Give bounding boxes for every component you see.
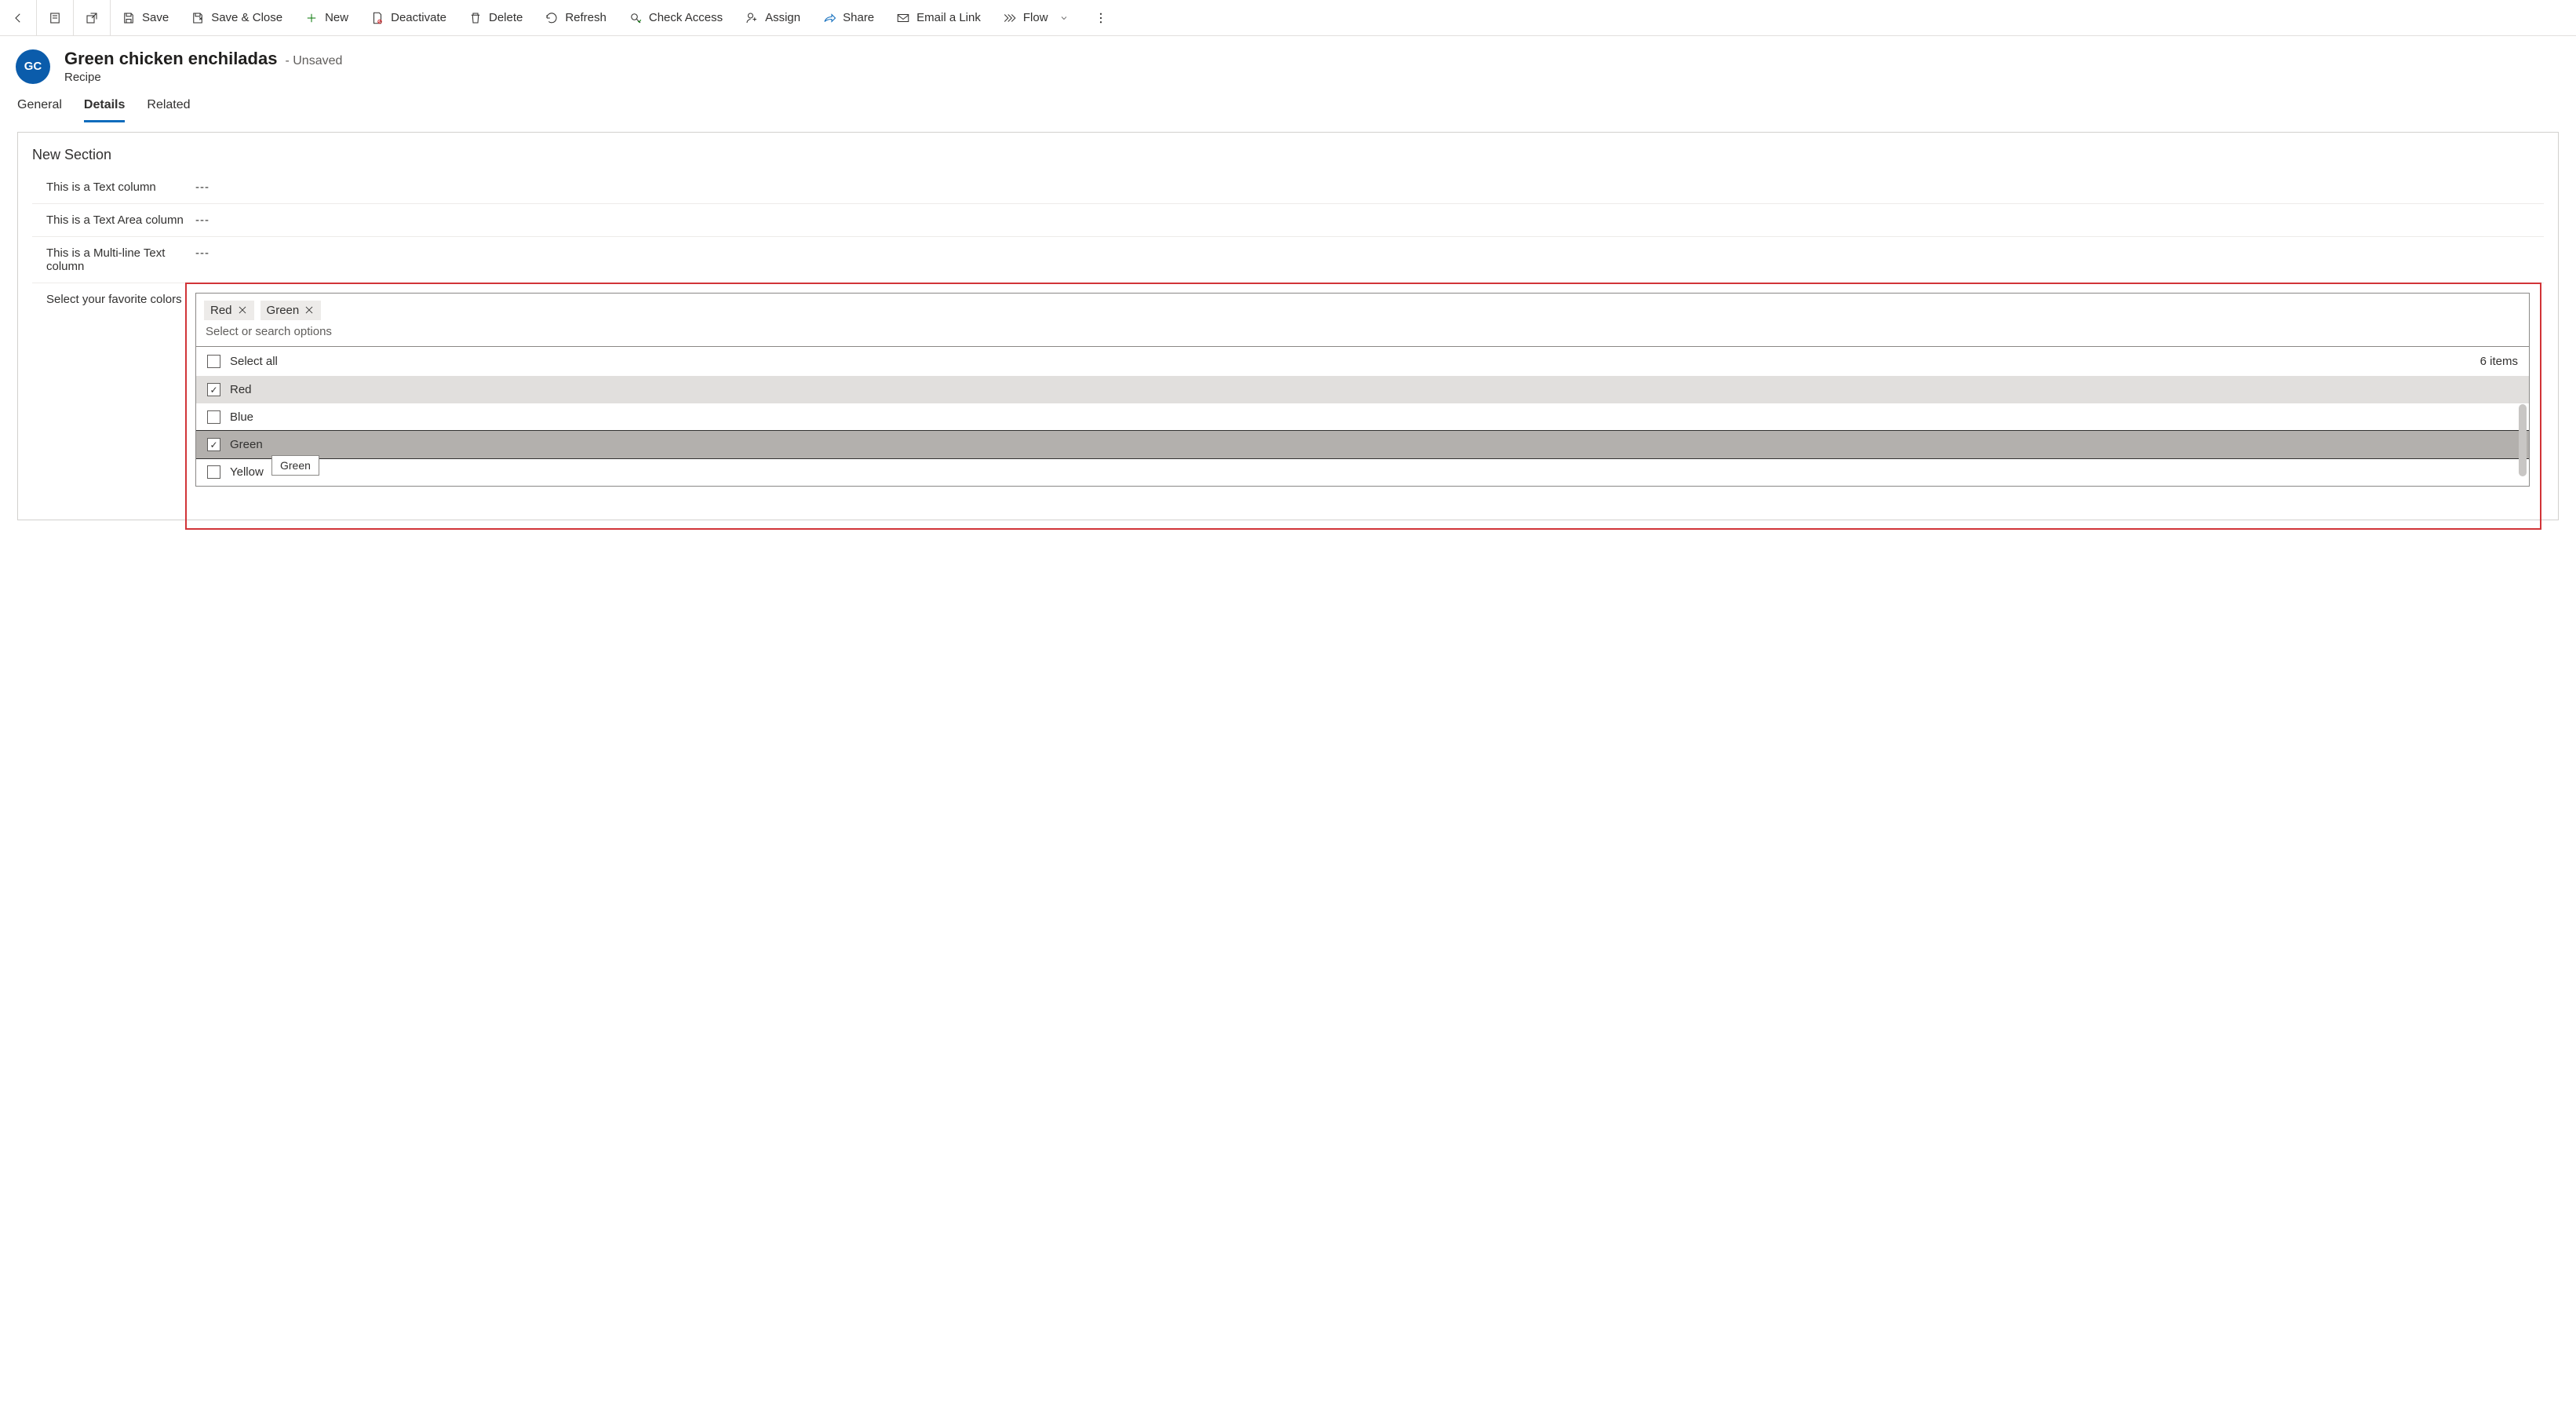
deactivate-icon bbox=[370, 11, 384, 25]
field-textarea: This is a Text Area column --- bbox=[32, 204, 2544, 237]
option-blue-checkbox[interactable] bbox=[207, 410, 220, 424]
close-icon[interactable] bbox=[304, 305, 315, 315]
popout-button[interactable] bbox=[74, 0, 110, 35]
dropdown-list: Red Blue Green Yellow Green bbox=[196, 376, 2529, 486]
back-button[interactable] bbox=[0, 0, 36, 35]
selected-chips-row: Red Green bbox=[196, 294, 2529, 320]
delete-label: Delete bbox=[489, 11, 523, 24]
tab-general[interactable]: General bbox=[17, 95, 62, 122]
record-suffix: - Unsaved bbox=[285, 54, 342, 68]
chevron-down-icon bbox=[1059, 13, 1069, 23]
flow-button[interactable]: Flow bbox=[992, 0, 1080, 35]
tabs: General Details Related bbox=[0, 87, 2576, 122]
email-icon bbox=[896, 11, 910, 25]
avatar-initials: GC bbox=[24, 60, 42, 73]
pane-toggle-button[interactable] bbox=[37, 0, 73, 35]
field-multiselect-label: Select your favorite colors bbox=[46, 293, 195, 306]
option-green[interactable]: Green bbox=[196, 431, 2529, 458]
save-close-button[interactable]: Save & Close bbox=[180, 0, 293, 35]
trash-icon bbox=[468, 11, 483, 25]
check-access-label: Check Access bbox=[649, 11, 723, 24]
option-yellow[interactable]: Yellow Green bbox=[196, 458, 2529, 486]
new-label: New bbox=[325, 11, 348, 24]
form-card: New Section This is a Text column --- Th… bbox=[17, 132, 2559, 520]
save-label: Save bbox=[142, 11, 169, 24]
assign-label: Assign bbox=[765, 11, 800, 24]
dropdown-header: Select all 6 items bbox=[196, 347, 2529, 376]
multiselect-combobox[interactable]: Red Green Select or search options Selec… bbox=[195, 293, 2530, 487]
share-icon bbox=[822, 11, 836, 25]
refresh-label: Refresh bbox=[565, 11, 607, 24]
tab-related[interactable]: Related bbox=[147, 95, 190, 122]
deactivate-label: Deactivate bbox=[391, 11, 446, 24]
share-button[interactable]: Share bbox=[811, 0, 885, 35]
record-title: Green chicken enchiladas bbox=[64, 49, 277, 69]
chip-red-label: Red bbox=[210, 304, 232, 317]
scrollbar-thumb[interactable] bbox=[2519, 404, 2527, 476]
refresh-button[interactable]: Refresh bbox=[534, 0, 618, 35]
command-bar: Save Save & Close New Deactivate Delete … bbox=[0, 0, 2576, 36]
option-red-checkbox[interactable] bbox=[207, 383, 220, 396]
chip-red: Red bbox=[204, 301, 254, 320]
section-title: New Section bbox=[18, 147, 2558, 171]
field-multiselect: Select your favorite colors Red Green Se… bbox=[32, 283, 2544, 496]
tab-details[interactable]: Details bbox=[84, 95, 125, 122]
option-red[interactable]: Red bbox=[196, 376, 2529, 403]
save-icon bbox=[122, 11, 136, 25]
save-close-icon bbox=[191, 11, 205, 25]
assign-button[interactable]: Assign bbox=[734, 0, 811, 35]
save-button[interactable]: Save bbox=[111, 0, 180, 35]
dropdown-count: 6 items bbox=[2480, 355, 2518, 368]
field-multiline-label: This is a Multi-line Text column bbox=[46, 246, 195, 273]
avatar: GC bbox=[16, 49, 50, 84]
refresh-icon bbox=[545, 11, 559, 25]
chip-green-label: Green bbox=[267, 304, 300, 317]
option-green-label: Green bbox=[230, 438, 263, 451]
check-access-icon bbox=[629, 11, 643, 25]
share-label: Share bbox=[843, 11, 874, 24]
save-close-label: Save & Close bbox=[211, 11, 282, 24]
field-text-value[interactable]: --- bbox=[195, 181, 2530, 194]
option-red-label: Red bbox=[230, 383, 252, 396]
email-link-button[interactable]: Email a Link bbox=[885, 0, 992, 35]
field-textarea-label: This is a Text Area column bbox=[46, 213, 195, 227]
record-header: GC Green chicken enchiladas - Unsaved Re… bbox=[0, 36, 2576, 87]
delete-button[interactable]: Delete bbox=[457, 0, 534, 35]
close-icon[interactable] bbox=[237, 305, 248, 315]
more-vertical-icon bbox=[1094, 11, 1108, 25]
panel-icon bbox=[48, 11, 62, 25]
field-textarea-value[interactable]: --- bbox=[195, 213, 2530, 227]
option-green-checkbox[interactable] bbox=[207, 438, 220, 451]
flow-icon bbox=[1003, 11, 1017, 25]
field-text-label: This is a Text column bbox=[46, 181, 195, 194]
multiselect-search[interactable]: Select or search options bbox=[196, 320, 2529, 346]
email-link-label: Email a Link bbox=[916, 11, 981, 24]
arrow-left-icon bbox=[11, 11, 25, 25]
deactivate-button[interactable]: Deactivate bbox=[359, 0, 457, 35]
select-all-label[interactable]: Select all bbox=[230, 355, 278, 368]
chip-green: Green bbox=[261, 301, 322, 320]
option-blue-label: Blue bbox=[230, 410, 253, 424]
option-blue[interactable]: Blue bbox=[196, 403, 2529, 431]
new-button[interactable]: New bbox=[293, 0, 359, 35]
option-yellow-checkbox[interactable] bbox=[207, 465, 220, 479]
flow-label: Flow bbox=[1023, 11, 1048, 24]
plus-icon bbox=[304, 11, 319, 25]
field-multiline-value[interactable]: --- bbox=[195, 246, 2530, 260]
field-multiline: This is a Multi-line Text column --- bbox=[32, 237, 2544, 283]
multiselect-dropdown: Select all 6 items Red Blue Gr bbox=[196, 346, 2529, 486]
select-all-checkbox[interactable] bbox=[207, 355, 220, 368]
record-subtitle: Recipe bbox=[64, 71, 342, 84]
tooltip: Green bbox=[271, 455, 319, 476]
assign-icon bbox=[745, 11, 759, 25]
option-yellow-label: Yellow bbox=[230, 465, 264, 479]
popout-icon bbox=[85, 11, 99, 25]
field-text: This is a Text column --- bbox=[32, 171, 2544, 204]
check-access-button[interactable]: Check Access bbox=[618, 0, 734, 35]
overflow-button[interactable] bbox=[1080, 0, 1122, 35]
